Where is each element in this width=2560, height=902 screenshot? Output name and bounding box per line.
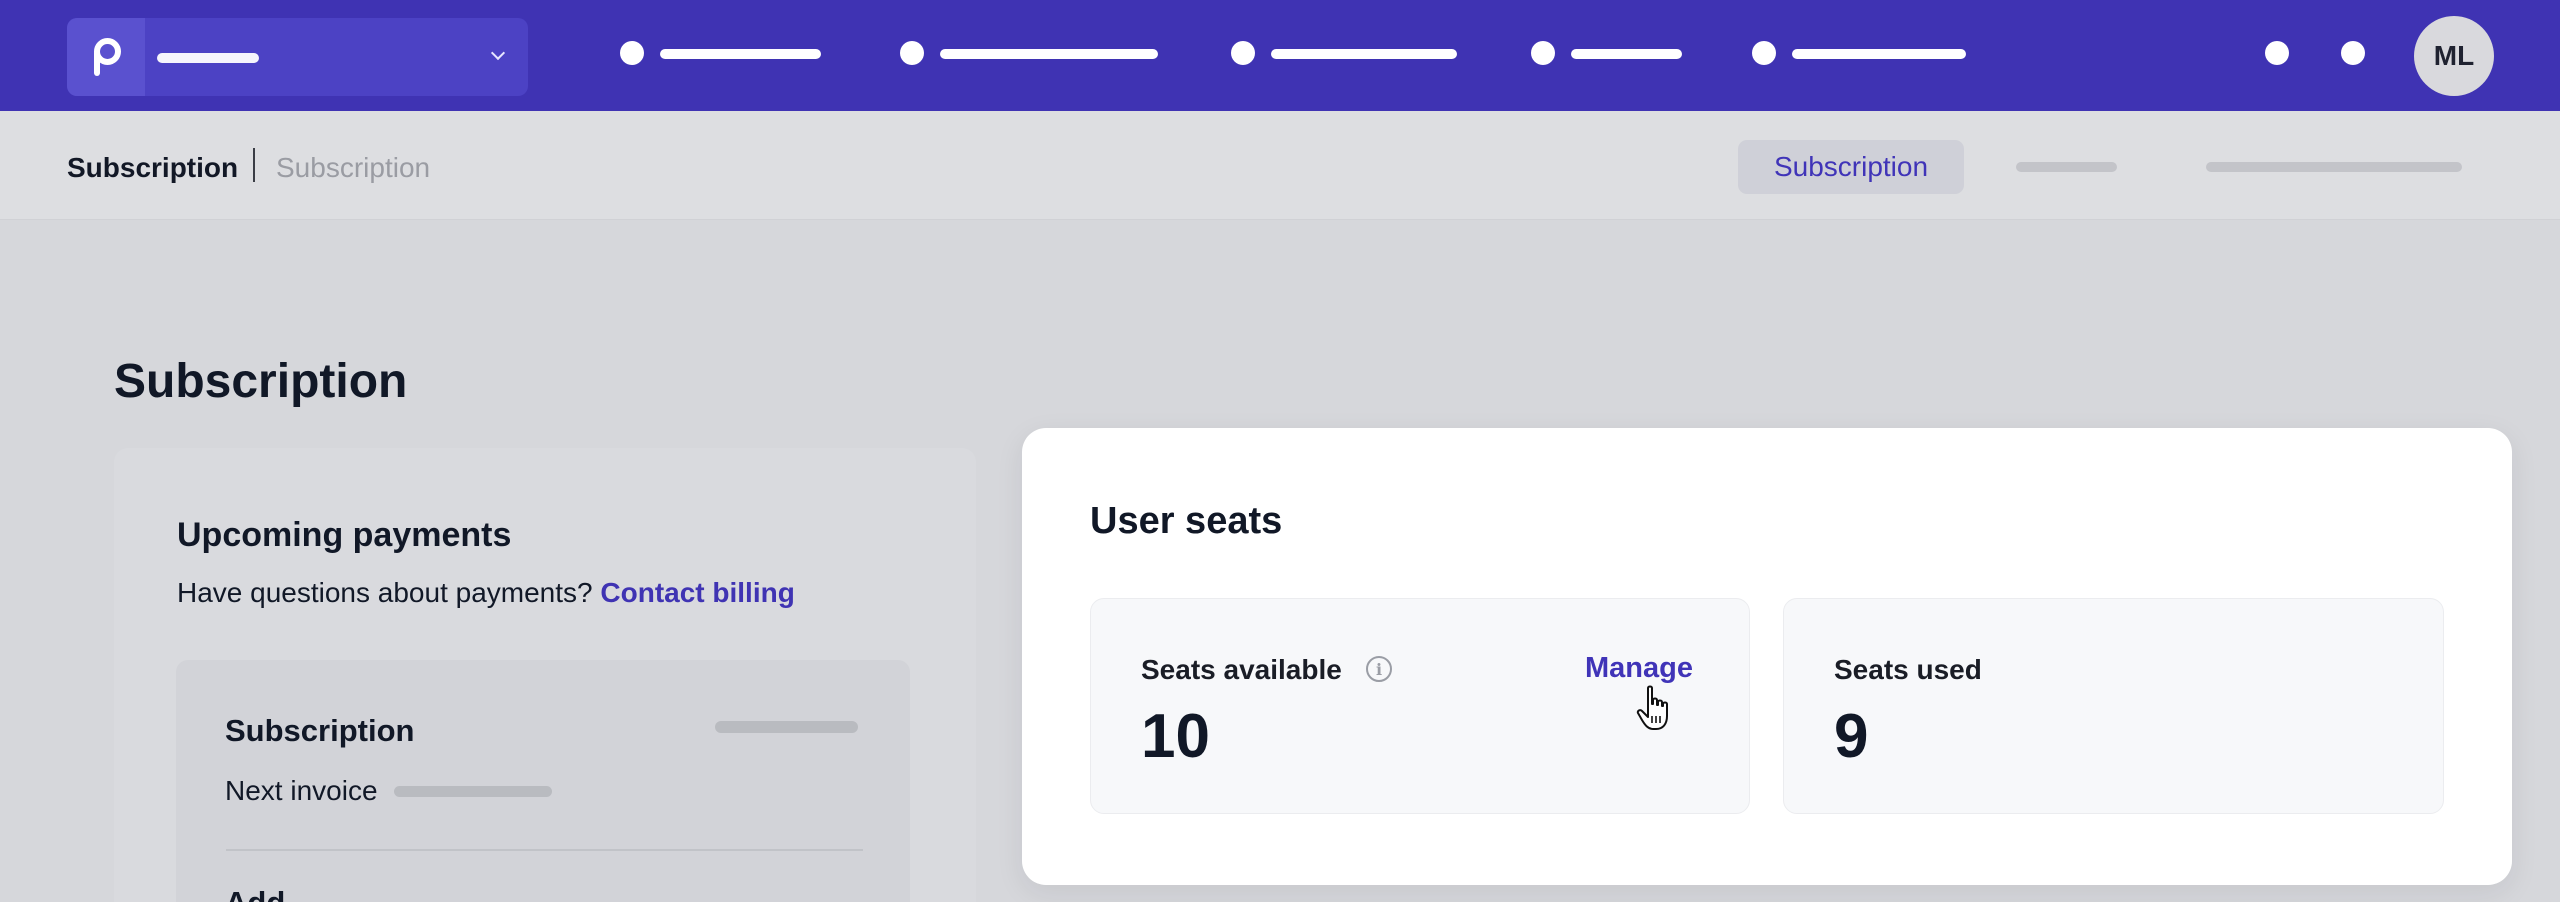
seats-available-label: Seats available: [1141, 654, 1342, 685]
nav-item-label-placeholder: [1792, 49, 1966, 59]
tab-placeholder[interactable]: [2016, 162, 2117, 172]
workspace-switcher[interactable]: [67, 18, 528, 96]
contact-billing-link[interactable]: Contact billing: [600, 577, 794, 608]
nav-item-icon: [1231, 41, 1255, 65]
subscription-amount-placeholder: [715, 721, 858, 733]
seats-used-label: Seats used: [1834, 654, 1982, 685]
manage-seats-link[interactable]: Manage: [1585, 652, 1693, 685]
workspace-name-placeholder: [157, 53, 259, 63]
nav-item-label-placeholder: [1571, 49, 1682, 59]
subscription-summary-title: Subscription: [225, 713, 415, 748]
breadcrumb-current: Subscription: [67, 152, 239, 183]
top-navigation-bar: ML: [0, 0, 2560, 111]
chevron-down-icon: [490, 45, 506, 61]
nav-item-icon: [1752, 41, 1776, 65]
seats-used-box: [1783, 598, 2444, 814]
payments-question: Have questions about payments?: [177, 577, 593, 608]
nav-item-label-placeholder: [1271, 49, 1457, 59]
payments-help-text: Have questions about payments? Contact b…: [177, 577, 795, 609]
breadcrumb-parent[interactable]: Subscription: [276, 152, 430, 184]
nav-item-icon: [1531, 41, 1555, 65]
divider: [226, 849, 863, 851]
info-icon[interactable]: i: [1366, 656, 1392, 682]
nav-item-label-placeholder: [660, 49, 821, 59]
brand-logo-icon: [67, 18, 145, 96]
nav-item-icon: [900, 41, 924, 65]
breadcrumb-separator: [253, 148, 255, 182]
page-subheader: Subscription Subscription: [0, 111, 2560, 220]
tab-subscription[interactable]: Subscription: [1738, 140, 1964, 194]
page-title: Subscription: [114, 355, 408, 408]
user-avatar[interactable]: ML: [2414, 16, 2494, 96]
nav-item-icon: [620, 41, 644, 65]
user-seats-title: User seats: [1090, 500, 1283, 542]
help-icon[interactable]: [2265, 41, 2289, 65]
next-invoice-date-placeholder: [394, 786, 552, 797]
seats-used-value: 9: [1834, 702, 1869, 771]
next-invoice-label: Next invoice: [225, 775, 378, 806]
seats-available-value: 10: [1141, 702, 1210, 771]
tab-placeholder[interactable]: [2206, 162, 2462, 172]
upcoming-payments-title: Upcoming payments: [177, 516, 512, 554]
hand-pointer-cursor-icon: [1636, 685, 1668, 730]
addons-heading: Add: [225, 885, 285, 902]
notifications-icon[interactable]: [2341, 41, 2365, 65]
nav-item-label-placeholder: [940, 49, 1158, 59]
